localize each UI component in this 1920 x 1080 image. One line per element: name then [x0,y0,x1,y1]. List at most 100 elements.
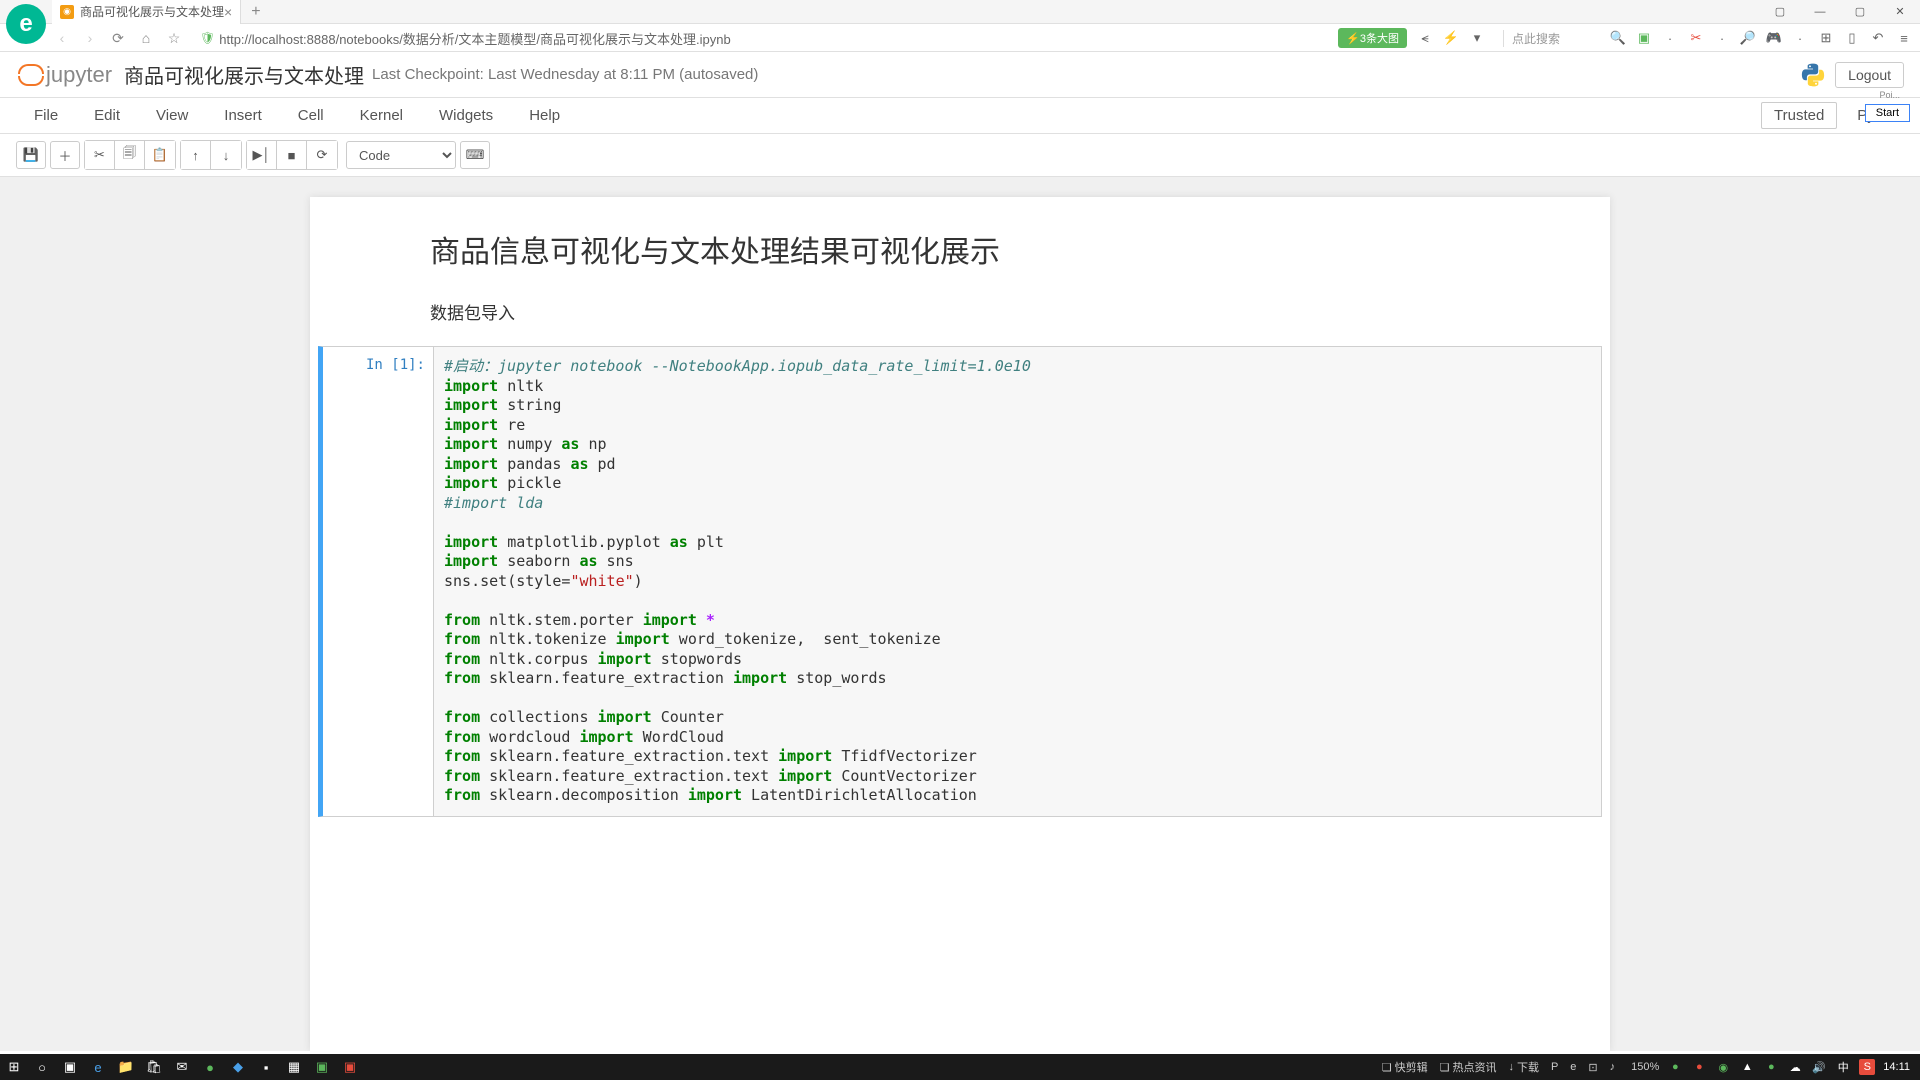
menu-cell[interactable]: Cell [280,99,342,132]
menu-edit[interactable]: Edit [76,99,138,132]
code-cell[interactable]: In [1]: #启动：jupyter notebook --NotebookA… [318,346,1602,817]
app5-icon[interactable]: ▣ [336,1054,364,1080]
save-button[interactable]: 💾 [16,141,46,169]
menu-bar: File Edit View Insert Cell Kernel Widget… [0,98,1920,134]
add-cell-button[interactable]: ＋ [50,141,80,169]
grid-icon[interactable]: ⊞ [1818,30,1834,46]
menu-file[interactable]: File [16,99,76,132]
run-button[interactable]: ▶│ [247,141,277,169]
cell-type-select[interactable]: Code [346,141,456,169]
logout-button[interactable]: Logout [1835,62,1904,88]
taskbar: ⊞ ○ ▣ e 📁 🛍 ✉ ● ◆ ▪ ▦ ▣ ▣ ❏快剪辑 ❏热点资讯 ↓下载… [0,1054,1920,1080]
status-zoom[interactable]: 150% [1631,1061,1659,1073]
tray-icon[interactable]: ▲ [1739,1059,1755,1075]
clock[interactable]: 14:11 [1883,1061,1910,1073]
app4-icon[interactable]: ▣ [308,1054,336,1080]
tray-icon[interactable]: ● [1691,1059,1707,1075]
poi-label: Poi... [1879,90,1900,100]
gamepad-icon[interactable]: 🎮 [1766,30,1782,46]
maximize-button[interactable]: ▢ [1840,0,1880,24]
tray-ime-icon[interactable]: S [1859,1059,1875,1075]
menu-icon[interactable]: ≡ [1896,30,1912,46]
bolt-icon[interactable]: ⚡ [1443,30,1459,46]
jupyter-header: jupyter 商品可视化展示与文本处理 Last Checkpoint: La… [0,52,1920,98]
move-up-button[interactable]: ↑ [181,141,211,169]
cortana-icon[interactable]: ○ [28,1054,56,1080]
divider-icon: · [1662,30,1678,46]
mail-icon[interactable]: ✉ [168,1054,196,1080]
edge-icon[interactable]: e [84,1054,112,1080]
ext-badge[interactable]: ⚡3条大图 [1338,28,1407,48]
menu-widgets[interactable]: Widgets [421,99,511,132]
trusted-badge[interactable]: Trusted [1761,102,1837,129]
status-news[interactable]: ❏热点资讯 [1440,1059,1497,1075]
cut-button[interactable]: ✂ [85,141,115,169]
jupyter-logo[interactable]: jupyter [16,62,112,88]
status-e[interactable]: e [1570,1061,1576,1073]
markdown-cell[interactable]: 商品信息可视化与文本处理结果可视化展示 数据包导入 [310,197,1610,334]
store-icon[interactable]: 🛍 [140,1054,168,1080]
status-expand[interactable]: ⊡ [1588,1061,1597,1074]
zoom-icon[interactable]: 🔎 [1740,30,1756,46]
status-sound[interactable]: ♪ [1610,1061,1616,1073]
search-hint[interactable]: 点此搜索 [1503,30,1600,47]
mobile-icon[interactable]: ▯ [1844,30,1860,46]
home-button[interactable]: ⌂ [136,28,156,48]
tray-wechat-icon[interactable]: ◉ [1715,1059,1731,1075]
command-palette-button[interactable]: ⌨ [460,141,490,169]
favorite-button[interactable]: ☆ [164,28,184,48]
minimize-button[interactable]: — [1800,0,1840,24]
chevron-down-icon[interactable]: ▾ [1469,30,1485,46]
tray-cloud-icon[interactable]: ☁ [1787,1059,1803,1075]
browser-tab[interactable]: ◉ 商品可视化展示与文本处理 × [52,0,241,24]
copy-button[interactable]: 🗐 [115,141,145,169]
forward-button[interactable]: › [80,28,100,48]
explorer-icon[interactable]: 📁 [112,1054,140,1080]
menu-insert[interactable]: Insert [206,99,280,132]
jupyter-favicon-icon: ◉ [60,5,74,19]
undo-icon[interactable]: ↶ [1870,30,1886,46]
terminal-icon[interactable]: ▪ [252,1054,280,1080]
app2-icon[interactable]: ◆ [224,1054,252,1080]
status-clip[interactable]: ❏快剪辑 [1382,1059,1428,1075]
taskview-icon[interactable]: ▣ [56,1054,84,1080]
share-icon[interactable]: ⪪ [1417,30,1433,46]
close-window-button[interactable]: ✕ [1880,0,1920,24]
translate-icon[interactable]: ▣ [1636,30,1652,46]
start-overlay-button[interactable]: Start [1865,104,1910,122]
paste-button[interactable]: 📋 [145,141,175,169]
python-logo-icon [1799,61,1827,89]
restart-button[interactable]: ⟳ [307,141,337,169]
url-text: http://localhost:8888/notebooks/数据分析/文本主… [219,29,731,48]
divider-icon: · [1714,30,1730,46]
close-tab-icon[interactable]: × [224,4,232,20]
status-p[interactable]: P [1551,1061,1558,1073]
app3-icon[interactable]: ▦ [280,1054,308,1080]
address-bar: ‹ › ⟳ ⌂ ☆ 🛡 http://localhost:8888/notebo… [0,24,1920,52]
notebook-title[interactable]: 商品可视化展示与文本处理 [124,60,364,89]
tray-icon[interactable]: ● [1667,1059,1683,1075]
menu-kernel[interactable]: Kernel [342,99,421,132]
code-input[interactable]: #启动：jupyter notebook --NotebookApp.iopub… [433,347,1601,816]
divider-icon: · [1792,30,1808,46]
status-download[interactable]: ↓下载 [1508,1059,1539,1075]
notebook-subtext: 数据包导入 [430,299,1490,324]
notebook-area[interactable]: 商品信息可视化与文本处理结果可视化展示 数据包导入 In [1]: #启动：ju… [0,177,1920,1051]
menu-view[interactable]: View [138,99,206,132]
move-down-button[interactable]: ↓ [211,141,241,169]
menu-help[interactable]: Help [511,99,578,132]
start-menu-icon[interactable]: ⊞ [0,1054,28,1080]
tab-title: 商品可视化展示与文本处理 [80,3,224,20]
search-icon[interactable]: 🔍 [1610,30,1626,46]
scissors-icon[interactable]: ✂ [1688,30,1704,46]
stop-button[interactable]: ■ [277,141,307,169]
tray-lang-icon[interactable]: 中 [1835,1059,1851,1075]
app-icon[interactable]: ● [196,1054,224,1080]
back-button[interactable]: ‹ [52,28,72,48]
url-input[interactable]: 🛡 http://localhost:8888/notebooks/数据分析/文… [192,29,1330,48]
new-tab-button[interactable]: + [241,3,270,21]
refresh-button[interactable]: ⟳ [108,28,128,48]
tray-volume-icon[interactable]: 🔊 [1811,1059,1827,1075]
window-menu-icon[interactable]: ▢ [1760,0,1800,24]
tray-icon[interactable]: ● [1763,1059,1779,1075]
